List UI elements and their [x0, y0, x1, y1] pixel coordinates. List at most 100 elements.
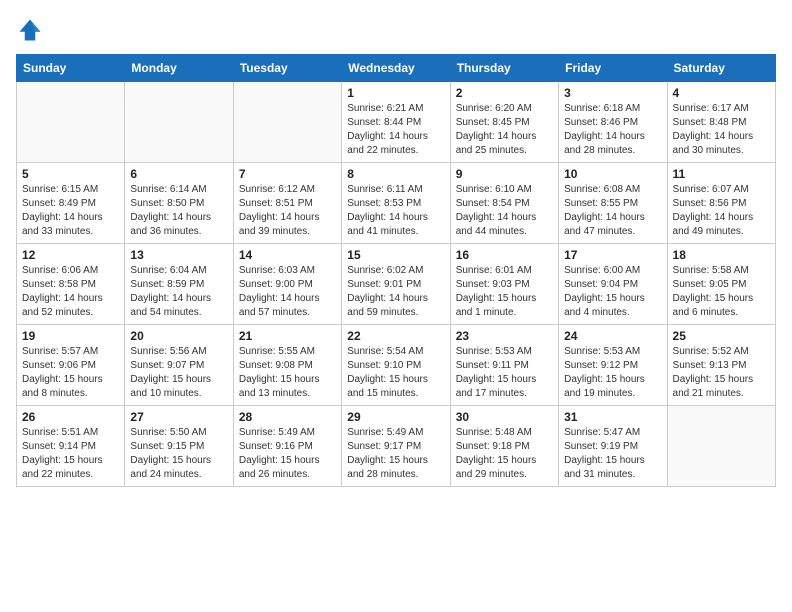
calendar-cell: 12 Sunrise: 6:06 AM Sunset: 8:58 PM Dayli…	[17, 244, 125, 325]
day-info: Sunrise: 5:49 AM Sunset: 9:16 PM Dayligh…	[239, 426, 336, 482]
day-number: 31	[564, 410, 661, 424]
calendar-week-4: 19 Sunrise: 5:57 AM Sunset: 9:06 PM Dayli…	[17, 325, 776, 406]
day-number: 9	[456, 167, 553, 181]
weekday-header-friday: Friday	[559, 55, 667, 82]
day-info: Sunrise: 6:18 AM Sunset: 8:46 PM Dayligh…	[564, 102, 661, 158]
calendar-cell: 6 Sunrise: 6:14 AM Sunset: 8:50 PM Daylig…	[125, 163, 233, 244]
day-info: Sunrise: 6:17 AM Sunset: 8:48 PM Dayligh…	[673, 102, 770, 158]
calendar-cell: 9 Sunrise: 6:10 AM Sunset: 8:54 PM Daylig…	[450, 163, 558, 244]
calendar-week-5: 26 Sunrise: 5:51 AM Sunset: 9:14 PM Dayli…	[17, 406, 776, 487]
day-number: 23	[456, 329, 553, 343]
day-info: Sunrise: 6:10 AM Sunset: 8:54 PM Dayligh…	[456, 183, 553, 239]
day-number: 16	[456, 248, 553, 262]
day-number: 1	[347, 86, 444, 100]
day-info: Sunrise: 5:57 AM Sunset: 9:06 PM Dayligh…	[22, 345, 119, 401]
day-number: 25	[673, 329, 770, 343]
day-info: Sunrise: 6:01 AM Sunset: 9:03 PM Dayligh…	[456, 264, 553, 320]
calendar-cell: 21 Sunrise: 5:55 AM Sunset: 9:08 PM Dayli…	[233, 325, 341, 406]
day-number: 20	[130, 329, 227, 343]
day-number: 29	[347, 410, 444, 424]
day-number: 14	[239, 248, 336, 262]
calendar-week-3: 12 Sunrise: 6:06 AM Sunset: 8:58 PM Dayli…	[17, 244, 776, 325]
calendar-cell: 19 Sunrise: 5:57 AM Sunset: 9:06 PM Dayli…	[17, 325, 125, 406]
calendar-cell	[125, 82, 233, 163]
day-number: 8	[347, 167, 444, 181]
calendar-cell: 27 Sunrise: 5:50 AM Sunset: 9:15 PM Dayli…	[125, 406, 233, 487]
day-info: Sunrise: 6:08 AM Sunset: 8:55 PM Dayligh…	[564, 183, 661, 239]
day-info: Sunrise: 6:07 AM Sunset: 8:56 PM Dayligh…	[673, 183, 770, 239]
calendar-cell: 14 Sunrise: 6:03 AM Sunset: 9:00 PM Dayli…	[233, 244, 341, 325]
calendar-week-1: 1 Sunrise: 6:21 AM Sunset: 8:44 PM Daylig…	[17, 82, 776, 163]
weekday-header-saturday: Saturday	[667, 55, 775, 82]
calendar-cell: 10 Sunrise: 6:08 AM Sunset: 8:55 PM Dayli…	[559, 163, 667, 244]
day-info: Sunrise: 6:02 AM Sunset: 9:01 PM Dayligh…	[347, 264, 444, 320]
calendar-cell: 28 Sunrise: 5:49 AM Sunset: 9:16 PM Dayli…	[233, 406, 341, 487]
calendar-cell: 7 Sunrise: 6:12 AM Sunset: 8:51 PM Daylig…	[233, 163, 341, 244]
calendar-cell: 13Sunrise: 6:04 AM Sunset: 8:59 PM Dayli…	[125, 244, 233, 325]
day-number: 11	[673, 167, 770, 181]
logo-icon	[16, 16, 44, 44]
day-number: 4	[673, 86, 770, 100]
day-info: Sunrise: 5:54 AM Sunset: 9:10 PM Dayligh…	[347, 345, 444, 401]
day-info: Sunrise: 5:48 AM Sunset: 9:18 PM Dayligh…	[456, 426, 553, 482]
day-info: Sunrise: 6:12 AM Sunset: 8:51 PM Dayligh…	[239, 183, 336, 239]
day-number: 26	[22, 410, 119, 424]
calendar-cell: 22 Sunrise: 5:54 AM Sunset: 9:10 PM Dayli…	[342, 325, 450, 406]
day-info: Sunrise: 6:14 AM Sunset: 8:50 PM Dayligh…	[130, 183, 227, 239]
day-info: Sunrise: 6:20 AM Sunset: 8:45 PM Dayligh…	[456, 102, 553, 158]
calendar-cell: 2 Sunrise: 6:20 AM Sunset: 8:45 PM Daylig…	[450, 82, 558, 163]
calendar-cell: 26 Sunrise: 5:51 AM Sunset: 9:14 PM Dayli…	[17, 406, 125, 487]
calendar-cell: 31 Sunrise: 5:47 AM Sunset: 9:19 PM Dayli…	[559, 406, 667, 487]
day-info: Sunrise: 6:03 AM Sunset: 9:00 PM Dayligh…	[239, 264, 336, 320]
day-info: Sunrise: 5:51 AM Sunset: 9:14 PM Dayligh…	[22, 426, 119, 482]
day-info: Sunrise: 6:00 AM Sunset: 9:04 PM Dayligh…	[564, 264, 661, 320]
calendar-cell: 5 Sunrise: 6:15 AM Sunset: 8:49 PM Daylig…	[17, 163, 125, 244]
day-number: 5	[22, 167, 119, 181]
day-number: 17	[564, 248, 661, 262]
day-info: Sunrise: 5:49 AM Sunset: 9:17 PM Dayligh…	[347, 426, 444, 482]
day-number: 22	[347, 329, 444, 343]
day-number: 7	[239, 167, 336, 181]
day-number: 10	[564, 167, 661, 181]
weekday-header-row: SundayMondayTuesdayWednesdayThursdayFrid…	[17, 55, 776, 82]
day-info: Sunrise: 5:52 AM Sunset: 9:13 PM Dayligh…	[673, 345, 770, 401]
day-info: Sunrise: 5:55 AM Sunset: 9:08 PM Dayligh…	[239, 345, 336, 401]
calendar-cell	[17, 82, 125, 163]
logo	[16, 16, 48, 44]
weekday-header-monday: Monday	[125, 55, 233, 82]
calendar-cell: 29 Sunrise: 5:49 AM Sunset: 9:17 PM Dayli…	[342, 406, 450, 487]
day-number: 15	[347, 248, 444, 262]
calendar-cell: 11 Sunrise: 6:07 AM Sunset: 8:56 PM Dayli…	[667, 163, 775, 244]
day-info: Sunrise: 6:11 AM Sunset: 8:53 PM Dayligh…	[347, 183, 444, 239]
day-info: Sunrise: 6:15 AM Sunset: 8:49 PM Dayligh…	[22, 183, 119, 239]
calendar-cell: 20 Sunrise: 5:56 AM Sunset: 9:07 PM Dayli…	[125, 325, 233, 406]
calendar-cell: 30 Sunrise: 5:48 AM Sunset: 9:18 PM Dayli…	[450, 406, 558, 487]
day-number: 30	[456, 410, 553, 424]
calendar-week-2: 5 Sunrise: 6:15 AM Sunset: 8:49 PM Daylig…	[17, 163, 776, 244]
day-info: Sunrise: 5:50 AM Sunset: 9:15 PM Dayligh…	[130, 426, 227, 482]
day-info: Sunrise: 6:21 AM Sunset: 8:44 PM Dayligh…	[347, 102, 444, 158]
day-info: Sunrise: 5:47 AM Sunset: 9:19 PM Dayligh…	[564, 426, 661, 482]
weekday-header-sunday: Sunday	[17, 55, 125, 82]
day-number: 18	[673, 248, 770, 262]
day-info: Sunrise: 6:04 AM Sunset: 8:59 PM Dayligh…	[130, 264, 227, 320]
day-info: Sunrise: 5:56 AM Sunset: 9:07 PM Dayligh…	[130, 345, 227, 401]
calendar-cell: 16 Sunrise: 6:01 AM Sunset: 9:03 PM Dayli…	[450, 244, 558, 325]
day-info: Sunrise: 5:53 AM Sunset: 9:11 PM Dayligh…	[456, 345, 553, 401]
day-number: 2	[456, 86, 553, 100]
day-number: 21	[239, 329, 336, 343]
day-number: 6	[130, 167, 227, 181]
day-number: 12	[22, 248, 119, 262]
day-info: Sunrise: 6:06 AM Sunset: 8:58 PM Dayligh…	[22, 264, 119, 320]
day-number: 3	[564, 86, 661, 100]
calendar-cell: 1 Sunrise: 6:21 AM Sunset: 8:44 PM Daylig…	[342, 82, 450, 163]
day-number: 27	[130, 410, 227, 424]
calendar-cell: 15 Sunrise: 6:02 AM Sunset: 9:01 PM Dayli…	[342, 244, 450, 325]
calendar-cell: 8 Sunrise: 6:11 AM Sunset: 8:53 PM Daylig…	[342, 163, 450, 244]
day-number: 28	[239, 410, 336, 424]
calendar-cell	[233, 82, 341, 163]
calendar-table: SundayMondayTuesdayWednesdayThursdayFrid…	[16, 54, 776, 487]
calendar-cell: 17 Sunrise: 6:00 AM Sunset: 9:04 PM Dayli…	[559, 244, 667, 325]
day-info: Sunrise: 5:58 AM Sunset: 9:05 PM Dayligh…	[673, 264, 770, 320]
day-number: 19	[22, 329, 119, 343]
